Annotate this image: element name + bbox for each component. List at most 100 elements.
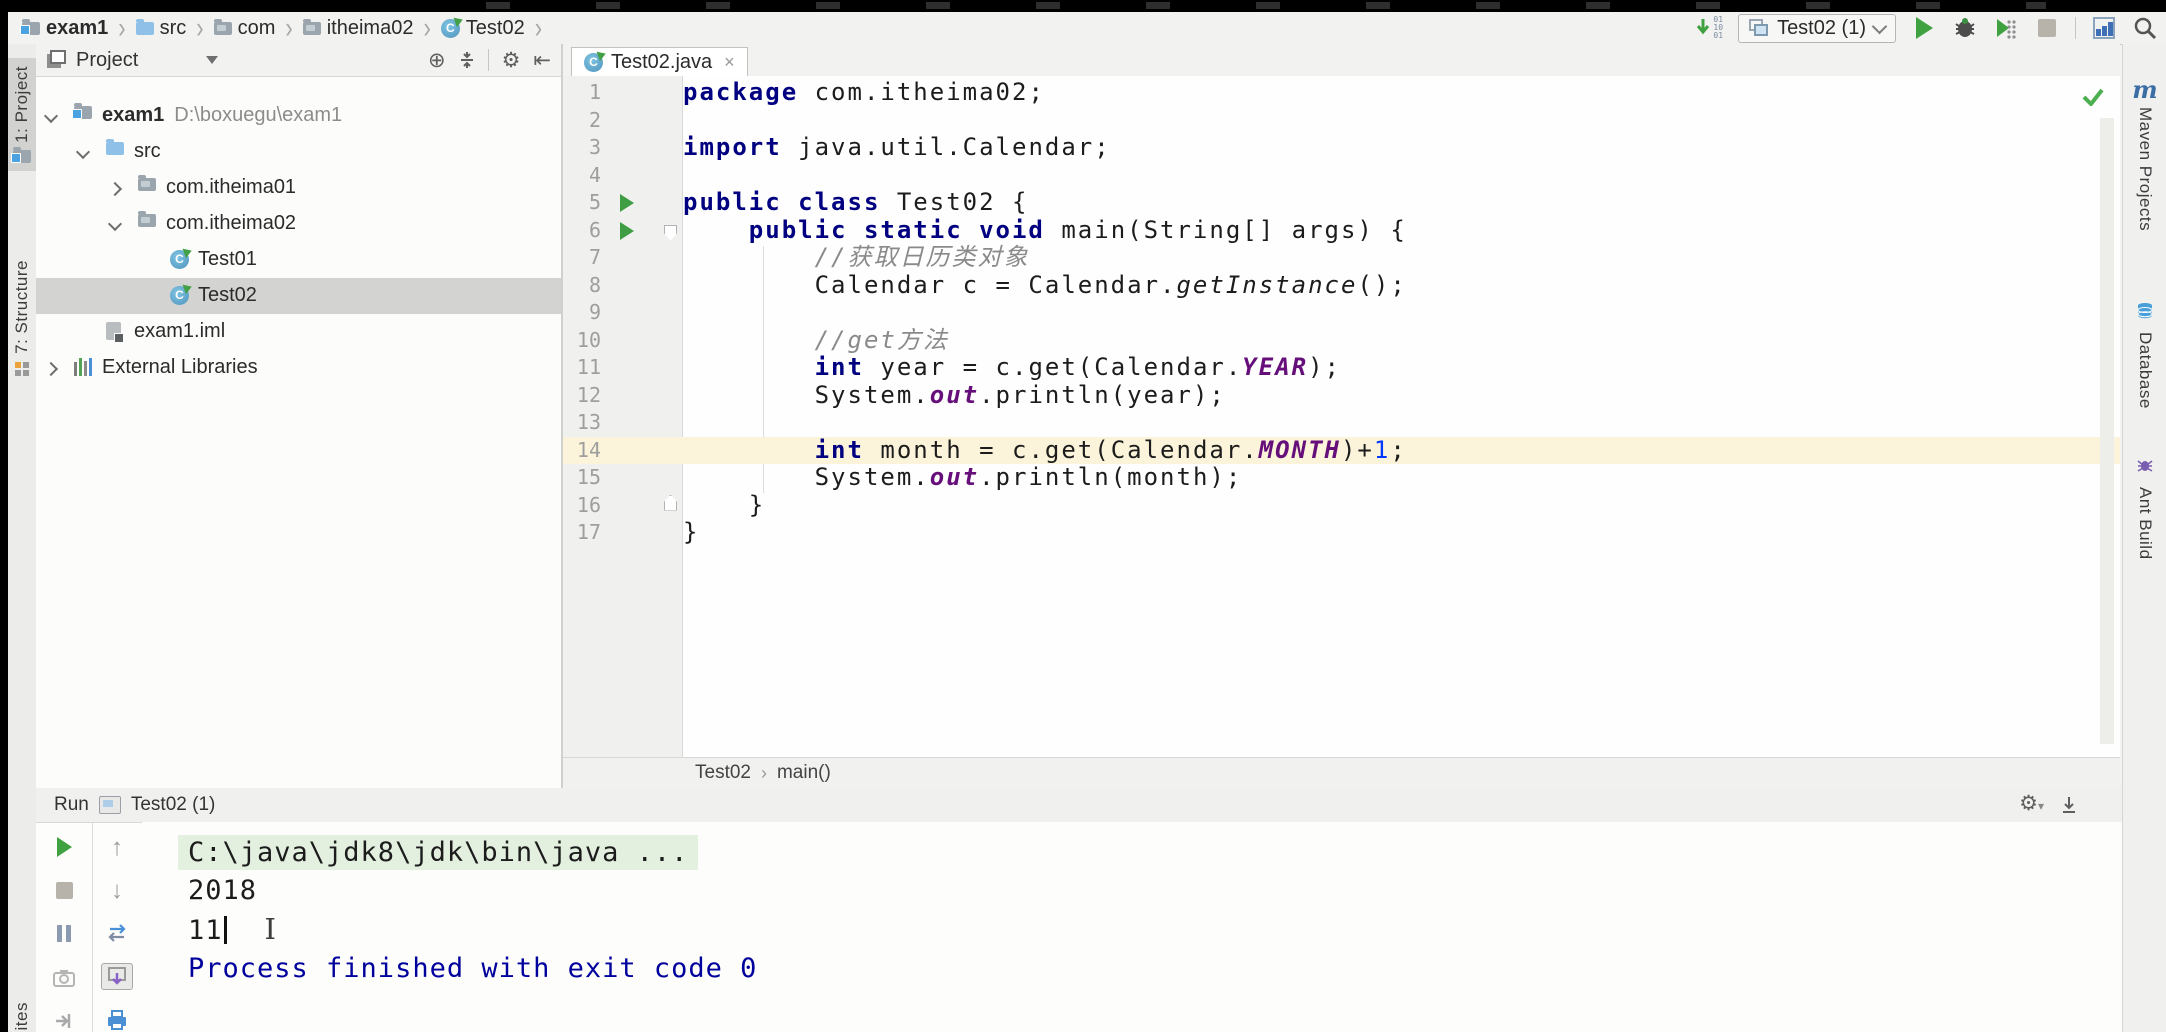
locate-file-button[interactable]: ⊕ [428, 50, 446, 71]
project-view-select[interactable]: Project [46, 44, 219, 76]
line-number[interactable]: 1 [563, 79, 601, 107]
fold-marker-icon[interactable] [664, 224, 677, 241]
tree-item-com-itheima02[interactable]: com.itheima02 [36, 206, 561, 242]
line-number[interactable]: 11 [563, 354, 601, 382]
code-editor[interactable]: 1 package com.itheima02; 2 3 import java.uti… [563, 76, 2120, 758]
tree-item-com-itheima01[interactable]: com.itheima01 [36, 170, 561, 206]
tree-item-exam1-iml[interactable]: exam1.iml [36, 314, 561, 350]
close-icon[interactable]: × [724, 52, 735, 73]
print-button[interactable] [102, 1008, 132, 1032]
tab-test02-java[interactable]: C Test02.java × [571, 47, 748, 77]
code-line[interactable]: 4 [563, 162, 2120, 190]
hide-panel-down-button[interactable] [2060, 796, 2078, 814]
code-line[interactable]: 14 int month = c.get(Calendar.MONTH)+1; [563, 436, 2120, 465]
tree-item-test02[interactable]: C Test02 [36, 278, 561, 314]
stop-button[interactable] [2034, 14, 2060, 42]
line-number[interactable]: 2 [563, 107, 601, 135]
code-line[interactable]: 8 Calendar c = Calendar.getInstance(); [563, 271, 2120, 300]
breadcrumb-item[interactable]: exam1 [20, 17, 110, 40]
run-configuration-select[interactable]: Test02 (1) [1738, 13, 1896, 43]
code-line[interactable]: 2 [563, 107, 2120, 135]
tree-item-test01[interactable]: C Test01 [36, 242, 561, 278]
search-everywhere-button[interactable] [2132, 14, 2158, 42]
line-number[interactable]: 17 [563, 519, 601, 547]
line-number[interactable]: 7 [563, 244, 601, 272]
hide-panel-button[interactable]: ⇤ [533, 50, 551, 71]
screenshot-button[interactable] [49, 967, 79, 989]
debug-button[interactable] [1952, 14, 1978, 42]
collapse-all-button[interactable] [459, 51, 475, 69]
code-line[interactable]: 5 public class Test02 { [563, 188, 2120, 217]
chevron-down-icon[interactable] [107, 216, 123, 232]
line-number[interactable]: 5 [563, 189, 601, 217]
breadcrumb-item[interactable]: com [212, 17, 278, 40]
chevron-right-icon[interactable] [43, 361, 59, 377]
line-number[interactable]: 6 [563, 217, 601, 245]
line-number[interactable]: 4 [563, 162, 601, 190]
sidebar-item-maven-projects[interactable]: m Maven Projects [2123, 72, 2166, 239]
line-number[interactable]: 12 [563, 382, 601, 410]
tree-item-exam1[interactable]: exam1 D:\boxuegu\exam1 [36, 98, 561, 134]
breadcrumb-class[interactable]: Test02 [695, 762, 751, 784]
update-project-button[interactable]: 01 10 01 [1695, 14, 1723, 42]
line-number[interactable]: 16 [563, 492, 601, 520]
sidebar-item-7-structure[interactable]: 7: Structure [8, 252, 36, 390]
code-line[interactable]: 11 int year = c.get(Calendar.YEAR); [563, 353, 2120, 382]
code-line[interactable]: 1 package com.itheima02; [563, 78, 2120, 107]
chevron-down-icon[interactable] [43, 108, 59, 124]
sidebar-item-ant-build[interactable]: Ant Build [2123, 449, 2166, 568]
code-line[interactable]: 15 System.out.println(month); [563, 463, 2120, 492]
pause-output-button[interactable] [49, 923, 79, 945]
gutter-markers [601, 217, 683, 245]
restore-layout-button[interactable] [102, 921, 132, 945]
tree-item-src[interactable]: src [36, 134, 561, 170]
prev-occurrence-button[interactable]: ↑ [102, 836, 132, 860]
editor-scrollbar[interactable] [2100, 118, 2114, 744]
line-number[interactable]: 10 [563, 327, 601, 355]
fold-marker-icon[interactable] [664, 494, 677, 511]
code-line[interactable]: 17} [563, 518, 2120, 547]
chevron-right-icon[interactable] [107, 181, 123, 197]
run-tab-label[interactable]: Test02 (1) [131, 794, 215, 816]
line-number[interactable]: 13 [563, 409, 601, 437]
stop-process-button[interactable] [49, 880, 79, 902]
run-line-icon[interactable] [620, 194, 634, 212]
breadcrumb-item[interactable]: itheima02 [301, 17, 416, 40]
line-number[interactable]: 9 [563, 299, 601, 327]
settings-gear-button[interactable]: ⚙ [502, 50, 521, 71]
code-line[interactable]: 3 import java.util.Calendar; [563, 133, 2120, 162]
code-token: System. [814, 380, 930, 409]
exit-arrow-icon [56, 1014, 71, 1029]
next-occurrence-button[interactable]: ↓ [102, 878, 132, 902]
run-button[interactable] [1911, 14, 1937, 42]
run-line-icon[interactable] [620, 221, 634, 240]
breadcrumb-item[interactable]: src [134, 17, 189, 40]
line-number[interactable]: 15 [563, 464, 601, 492]
run-settings-gear-button[interactable]: ⚙▾ [2019, 793, 2044, 817]
run-console-output[interactable]: C:\java\jdk8\jdk\bin\java ... 2018 11 I Proc… [142, 822, 2122, 1032]
code-line[interactable]: 16 } [563, 491, 2120, 520]
sidebar-item-database[interactable]: Database [2123, 294, 2166, 417]
code-line-text: public class Test02 { [683, 188, 1028, 217]
code-line[interactable]: 12 System.out.println(year); [563, 380, 2120, 410]
sidebar-item-favorites-partial[interactable]: ites [8, 994, 36, 1032]
line-number[interactable]: 3 [563, 134, 601, 162]
chevron-down-icon[interactable] [75, 144, 91, 160]
code-line[interactable]: 6 public static void main(String[] args)… [563, 216, 2120, 245]
line-number[interactable]: 8 [563, 272, 601, 300]
exit-button[interactable] [49, 1010, 79, 1032]
breadcrumb-method[interactable]: main() [777, 762, 831, 784]
scroll-to-end-button[interactable] [101, 963, 133, 990]
code-line[interactable]: 7 //获取日历类对象 [563, 243, 2120, 272]
code-line[interactable]: 10 //get方法 [563, 326, 2120, 355]
rerun-button[interactable] [49, 836, 79, 858]
gutter-markers [601, 409, 683, 437]
code-line[interactable]: 9 [563, 299, 2120, 327]
code-line[interactable]: 13 [563, 409, 2120, 437]
breadcrumb-item[interactable]: C Test02 [439, 17, 527, 40]
tree-item-external-libraries[interactable]: External Libraries [36, 350, 561, 386]
tool-windows-button[interactable] [2091, 14, 2117, 42]
run-with-coverage-button[interactable] [1993, 14, 2019, 42]
line-number[interactable]: 14 [563, 437, 601, 465]
sidebar-item-1-project[interactable]: 1: Project [8, 58, 36, 171]
